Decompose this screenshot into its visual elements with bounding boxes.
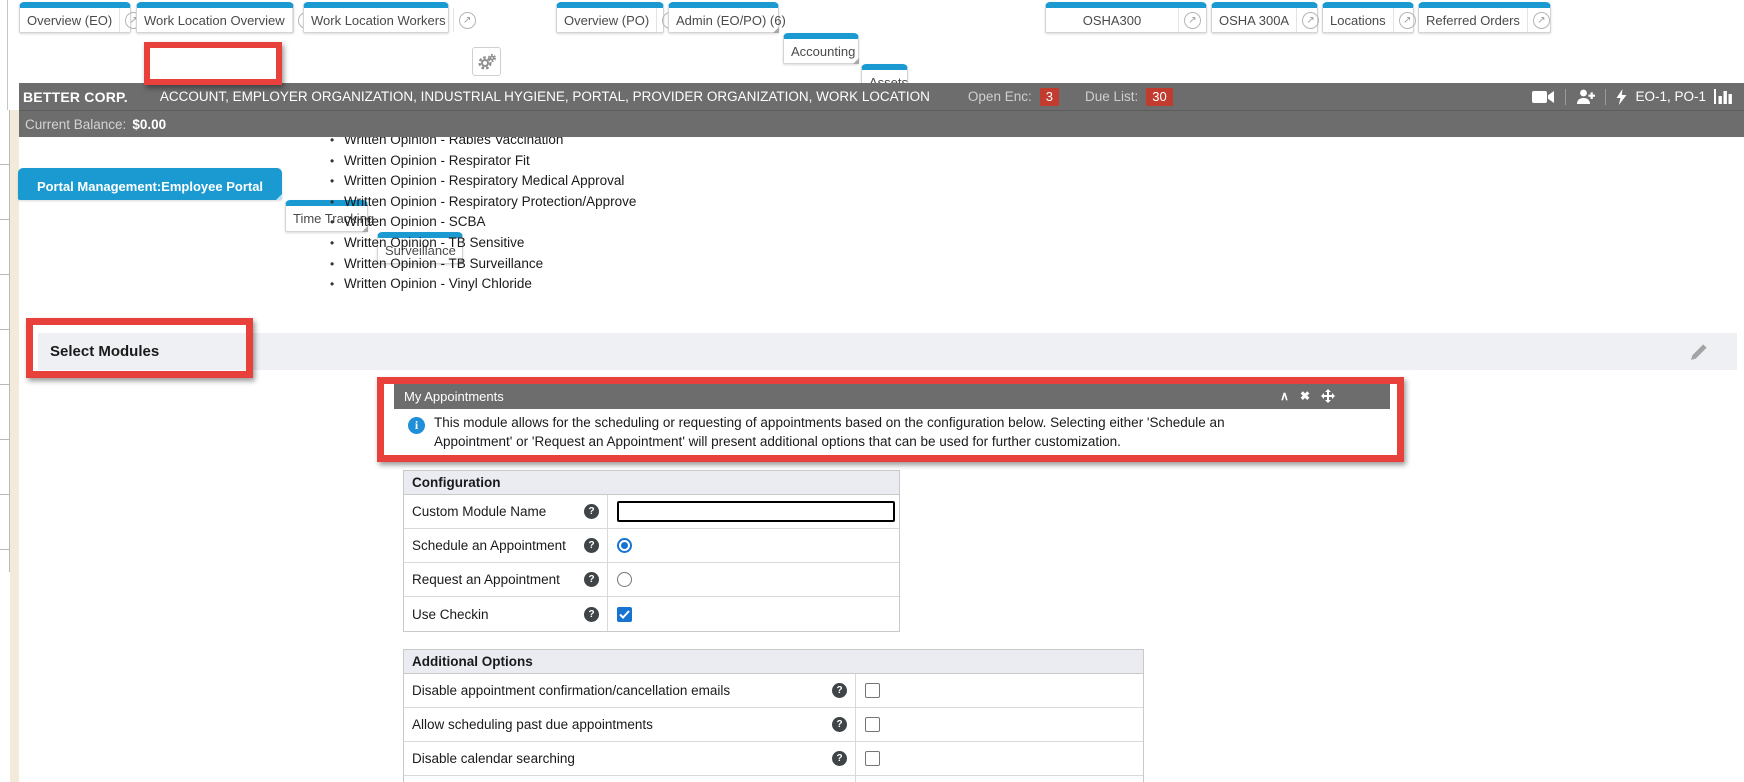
select-modules-section: Select Modules — [38, 333, 1737, 370]
divider — [1605, 89, 1606, 105]
edit-pencil-icon[interactable] — [1691, 344, 1707, 360]
table-row: Custom Module Name ? — [404, 495, 899, 529]
bullet: • — [330, 254, 344, 275]
lightning-bolt-icon[interactable] — [1616, 89, 1627, 105]
table-row: Disable appointment confirmation/cancell… — [404, 674, 1143, 708]
context-list: ACCOUNT, EMPLOYER ORGANIZATION, INDUSTRI… — [160, 89, 930, 104]
left-gutter-cells — [0, 110, 10, 572]
video-camera-icon[interactable] — [1532, 90, 1555, 104]
bar-chart-icon[interactable] — [1714, 89, 1734, 104]
list-item: •Written Opinion - TB Sensitive — [330, 233, 636, 254]
table-row: Schedule an Appointment ? — [404, 529, 899, 563]
bullet: • — [330, 233, 344, 254]
due-list-label: Due List: — [1085, 89, 1138, 104]
table-header: Configuration — [403, 470, 900, 495]
tab-work-location-workers[interactable]: Work Location Workers ↗ — [303, 2, 449, 33]
bullet: • — [330, 171, 344, 192]
custom-module-name-input[interactable] — [617, 501, 895, 522]
tab-osha300a[interactable]: OSHA 300A ↗ — [1211, 2, 1318, 33]
help-icon[interactable]: ? — [584, 504, 599, 519]
external-link-icon[interactable]: ↗ — [1533, 12, 1550, 29]
annotation-box-select-modules — [26, 318, 253, 378]
help-icon[interactable]: ? — [584, 607, 599, 622]
help-icon[interactable]: ? — [584, 572, 599, 587]
context-header-bar: BETTER CORP. ACCOUNT, EMPLOYER ORGANIZAT… — [19, 83, 1744, 110]
balance-value: $0.00 — [132, 117, 166, 132]
entity-shortcut-text: EO-1, PO-1 — [1635, 89, 1706, 104]
open-enc-label: Open Enc: — [968, 89, 1032, 104]
annotation-box-my-appointments — [377, 377, 1404, 462]
disable-emails-checkbox[interactable] — [865, 683, 880, 698]
left-beige-strip — [10, 110, 19, 782]
external-link-icon[interactable]: ↗ — [1184, 12, 1201, 29]
bullet: • — [330, 151, 344, 172]
written-opinion-list: •Written Opinion - Rabies Vaccination •W… — [330, 130, 636, 295]
tab-accounting[interactable]: Accounting — [783, 33, 859, 64]
table-row: Request an Appointment ? — [404, 563, 899, 597]
company-name: BETTER CORP. — [19, 89, 128, 105]
allow-past-due-checkbox[interactable] — [865, 717, 880, 732]
tab-portal-management-employee-portal[interactable]: Portal Management:Employee Portal — [18, 168, 282, 200]
bullet: • — [330, 274, 344, 295]
table-header: Additional Options — [403, 649, 1144, 674]
due-list-badge[interactable]: 30 — [1146, 88, 1172, 106]
help-icon[interactable]: ? — [584, 538, 599, 553]
add-user-icon[interactable] — [1576, 89, 1595, 105]
external-link-icon[interactable]: ↗ — [1302, 12, 1319, 29]
list-item: •Written Opinion - Respiratory Medical A… — [330, 171, 636, 192]
tab-locations[interactable]: Locations ↗ — [1322, 2, 1414, 33]
additional-options-table: Additional Options Disable appointment c… — [403, 649, 1144, 782]
tab-overview-po[interactable]: Overview (PO) ↗ — [556, 2, 664, 33]
open-enc-badge[interactable]: 3 — [1040, 88, 1059, 106]
external-link-icon[interactable]: ↗ — [1399, 12, 1416, 29]
list-item: •Written Opinion - Respirator Fit — [330, 151, 636, 172]
request-appointment-radio[interactable] — [617, 572, 632, 587]
disable-calendar-search-checkbox[interactable] — [865, 751, 880, 766]
tab-osha300[interactable]: OSHA300 ↗ — [1045, 2, 1207, 33]
annotation-box-employee-portal — [144, 42, 282, 85]
divider — [1565, 89, 1566, 105]
gears-icon — [478, 54, 496, 70]
table-row: Use Checkin ? — [404, 597, 899, 631]
list-item: •Written Opinion - Vinyl Chloride — [330, 274, 636, 295]
table-row-partial — [404, 776, 1143, 782]
help-icon[interactable]: ? — [832, 717, 847, 732]
list-item: •Written Opinion - TB Surveillance — [330, 254, 636, 275]
tab-overview-eo[interactable]: Overview (EO) ↗ — [19, 2, 131, 33]
bullet: • — [330, 192, 344, 213]
help-icon[interactable]: ? — [832, 751, 847, 766]
table-row: Allow scheduling past due appointments ? — [404, 708, 1143, 742]
app-screen: Overview (EO) ↗ Work Location Overview ↗… — [0, 0, 1744, 782]
tab-admin-eo-po[interactable]: Admin (EO/PO) (6) — [668, 2, 779, 33]
left-gutter-line — [7, 0, 8, 110]
settings-gears-button[interactable] — [472, 47, 501, 76]
external-link-icon[interactable]: ↗ — [459, 12, 476, 29]
tab-referred-orders[interactable]: Referred Orders ↗ — [1418, 2, 1551, 33]
list-item: •Written Opinion - Respiratory Protectio… — [330, 192, 636, 213]
table-row: Disable calendar searching ? — [404, 742, 1143, 776]
use-checkin-checkbox[interactable] — [617, 607, 632, 622]
schedule-appointment-radio[interactable] — [617, 538, 632, 553]
configuration-table: Configuration Custom Module Name ? Sched… — [403, 470, 900, 632]
tab-work-location-overview[interactable]: Work Location Overview ↗ — [136, 2, 294, 33]
bullet: • — [330, 212, 344, 233]
list-item: •Written Opinion - SCBA — [330, 212, 636, 233]
help-icon[interactable]: ? — [832, 683, 847, 698]
balance-bar: Current Balance: $0.00 — [19, 110, 1744, 137]
balance-label: Current Balance: — [19, 117, 126, 132]
